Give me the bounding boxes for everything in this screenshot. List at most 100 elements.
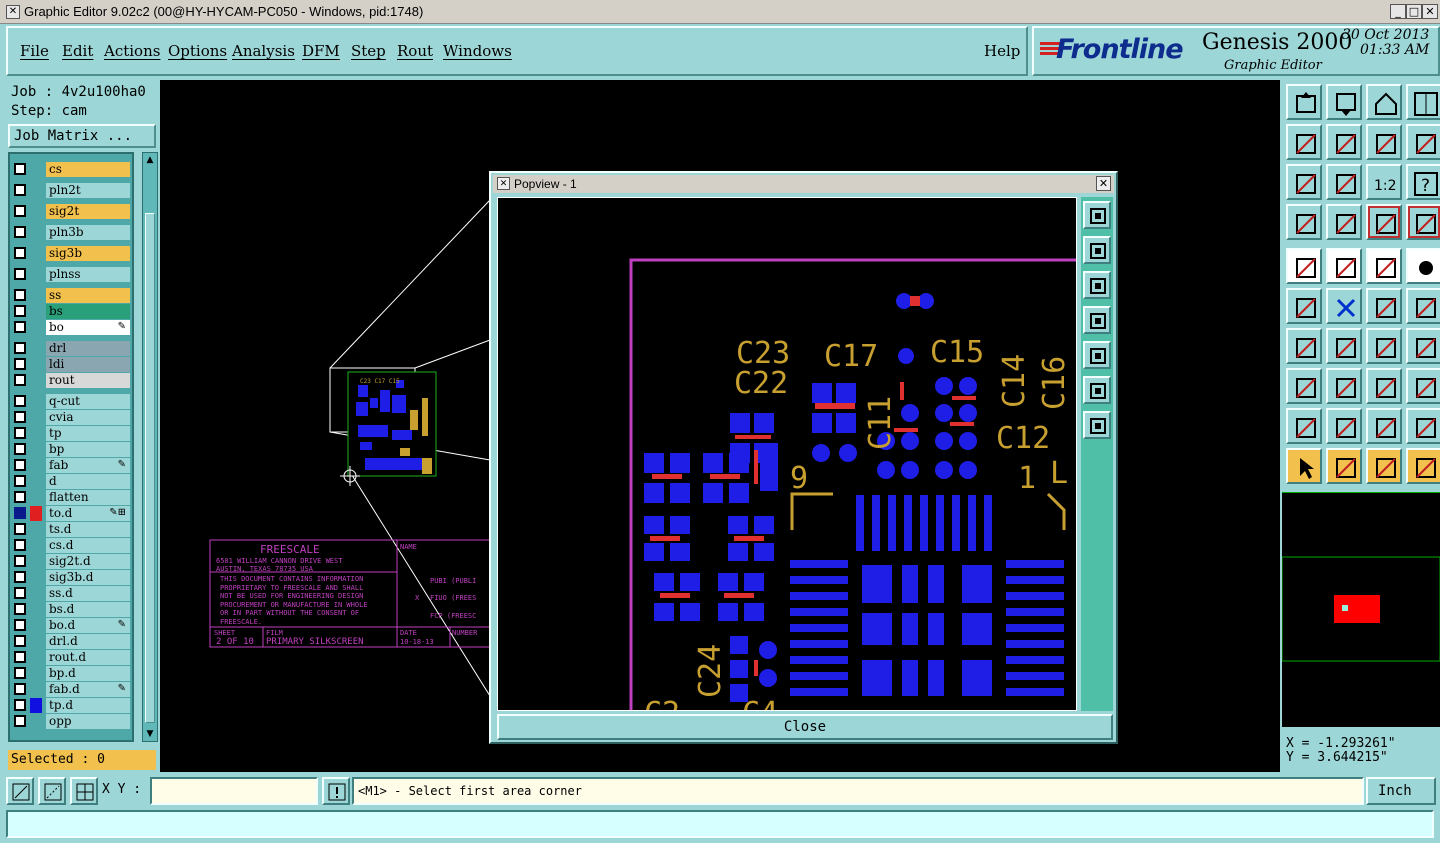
layer-list-scrollbar[interactable]: ▲ ▼: [142, 152, 158, 742]
layer-checkbox[interactable]: [14, 395, 26, 407]
layer-name[interactable]: pln2t: [46, 183, 130, 198]
layer-checkbox[interactable]: [14, 715, 26, 727]
popview-layers-button[interactable]: [1083, 201, 1111, 229]
layer-row-sig2t-d[interactable]: sig2t.d: [10, 554, 132, 569]
menu-dfm[interactable]: DFM: [302, 42, 340, 60]
layer-row-opp[interactable]: opp: [10, 714, 132, 729]
layer-name[interactable]: ts.d: [46, 522, 130, 537]
arc-button[interactable]: [1366, 328, 1402, 364]
layer-checkbox[interactable]: [14, 491, 26, 503]
layer-checkbox[interactable]: [14, 683, 26, 695]
dim-button[interactable]: [1366, 368, 1402, 404]
layer-name[interactable]: fab.d ✎: [46, 682, 130, 697]
center-button[interactable]: [1326, 164, 1362, 200]
layer-name[interactable]: ldi: [46, 357, 130, 372]
layer-row-bs[interactable]: bs: [10, 304, 132, 319]
layer-checkbox[interactable]: [14, 268, 26, 280]
line-b-button[interactable]: [1406, 288, 1440, 324]
popview-left-button[interactable]: [1083, 306, 1111, 334]
connect-button[interactable]: [1286, 288, 1322, 324]
layer-row-bs-d[interactable]: bs.d: [10, 602, 132, 617]
layer-row-ss-d[interactable]: ss.d: [10, 586, 132, 601]
layer-row-drl[interactable]: drl: [10, 341, 132, 356]
notes-button[interactable]: [1406, 124, 1440, 160]
layer-checkbox[interactable]: [14, 523, 26, 535]
measure-button[interactable]: [38, 777, 66, 805]
layer-checkbox[interactable]: [14, 635, 26, 647]
overview-map[interactable]: [1281, 492, 1440, 727]
layer-name[interactable]: sig3b: [46, 246, 130, 261]
layer-name[interactable]: sig2t.d: [46, 554, 130, 569]
layer-checkbox[interactable]: [14, 205, 26, 217]
menu-actions[interactable]: Actions: [104, 42, 160, 60]
layer-name[interactable]: bs: [46, 304, 130, 319]
layer-name[interactable]: sig3b.d: [46, 570, 130, 585]
layer-checkbox[interactable]: [14, 289, 26, 301]
layer-name[interactable]: d: [46, 474, 130, 489]
layer-row-drl-d[interactable]: drl.d: [10, 634, 132, 649]
dot-button[interactable]: [1406, 248, 1440, 284]
layer-name[interactable]: bp.d: [46, 666, 130, 681]
layer-out-button[interactable]: [1326, 124, 1362, 160]
popview-down-button[interactable]: [1083, 271, 1111, 299]
popview-fit-button[interactable]: [1083, 376, 1111, 404]
scroll-up-icon[interactable]: ▲: [145, 155, 155, 165]
pad-select-button[interactable]: [1286, 248, 1322, 284]
zoom-area-button[interactable]: [6, 777, 34, 805]
layer-checkbox[interactable]: [14, 459, 26, 471]
layer-name[interactable]: opp: [46, 714, 130, 729]
swap-button[interactable]: [1366, 124, 1402, 160]
layer-row-cvia[interactable]: cvia: [10, 410, 132, 425]
layer-name[interactable]: pln3b: [46, 225, 130, 240]
layer-name[interactable]: to.d ✎⊞: [46, 506, 130, 521]
layer-checkbox[interactable]: [14, 226, 26, 238]
layer-name[interactable]: bo ✎: [46, 320, 130, 335]
layer-row-flatten[interactable]: flatten: [10, 490, 132, 505]
layer-name[interactable]: plnss: [46, 267, 130, 282]
layer-row-rout-d[interactable]: rout.d: [10, 650, 132, 665]
maximize-button[interactable]: □: [1406, 4, 1422, 19]
xy-input[interactable]: [150, 777, 318, 805]
layer-row-ldi[interactable]: ldi: [10, 357, 132, 372]
route-button[interactable]: [1406, 448, 1440, 484]
tri-d-button[interactable]: [1406, 408, 1440, 444]
layer-name[interactable]: bo.d ✎: [46, 618, 130, 633]
window-button[interactable]: [1406, 84, 1440, 120]
popview-close-icon[interactable]: ✕: [1096, 176, 1111, 191]
layer-name[interactable]: drl: [46, 341, 130, 356]
layer-checkbox[interactable]: [14, 619, 26, 631]
layer-row-plnss[interactable]: plnss: [10, 267, 132, 282]
layer-row-tp-d[interactable]: tp.d: [10, 698, 132, 713]
layer-row-q-cut[interactable]: q-cut: [10, 394, 132, 409]
layer-row-fab-d[interactable]: fab.d ✎: [10, 682, 132, 697]
layer-row-sig3b[interactable]: sig3b: [10, 246, 132, 261]
layer-checkbox[interactable]: [14, 427, 26, 439]
layer-checkbox[interactable]: [14, 571, 26, 583]
diag-button[interactable]: [1326, 328, 1362, 364]
layer-name[interactable]: fab ✎: [46, 458, 130, 473]
menu-file[interactable]: File: [20, 42, 49, 60]
menu-windows[interactable]: Windows: [443, 42, 512, 60]
layer-checkbox[interactable]: [14, 374, 26, 386]
layer-row-tp[interactable]: tp: [10, 426, 132, 441]
color-button[interactable]: [1326, 248, 1362, 284]
pointer-alt-button[interactable]: [1366, 448, 1402, 484]
popview-right-button[interactable]: [1083, 341, 1111, 369]
tri-c-button[interactable]: [1366, 408, 1402, 444]
download-button[interactable]: [1326, 84, 1362, 120]
layer-checkbox[interactable]: [14, 163, 26, 175]
layer-row-cs-d[interactable]: cs.d: [10, 538, 132, 553]
grid-button[interactable]: [1326, 204, 1362, 240]
layer-name[interactable]: tp: [46, 426, 130, 441]
fit-button[interactable]: [1286, 164, 1322, 200]
popview-canvas[interactable]: C23 C22 C17 C15 C14 C16 C11 C12 C24 C4 9…: [497, 197, 1077, 711]
menu-rout[interactable]: Rout: [397, 42, 433, 60]
layer-name[interactable]: cvia: [46, 410, 130, 425]
layer-checkbox[interactable]: [14, 443, 26, 455]
layer-name[interactable]: bs.d: [46, 602, 130, 617]
layer-checkbox[interactable]: [14, 475, 26, 487]
help-button[interactable]: ?: [1406, 164, 1440, 200]
layer-checkbox[interactable]: [14, 305, 26, 317]
layer-name[interactable]: rout.d: [46, 650, 130, 665]
layer-row-ss[interactable]: ss: [10, 288, 132, 303]
